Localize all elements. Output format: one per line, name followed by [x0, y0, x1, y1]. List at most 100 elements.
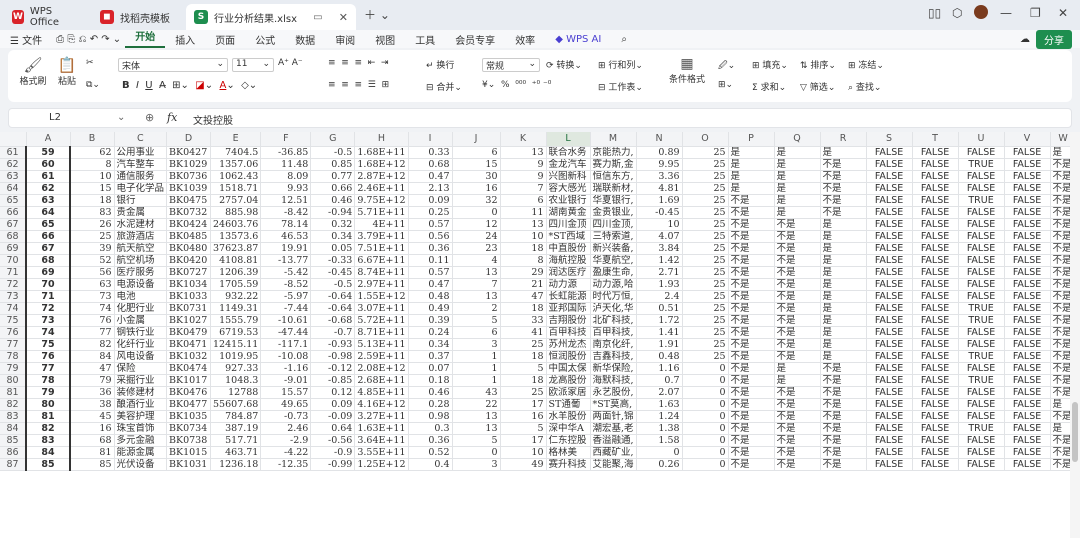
- column-header-A[interactable]: A: [26, 132, 71, 147]
- cell[interactable]: 仁东控股: [546, 434, 591, 447]
- cell[interactable]: 南京化纤,: [590, 338, 637, 351]
- row-header[interactable]: 67: [0, 218, 27, 231]
- cell[interactable]: 0: [682, 374, 729, 387]
- row-header[interactable]: 64: [0, 182, 27, 195]
- cell[interactable]: FALSE: [1004, 326, 1051, 339]
- cell[interactable]: FALSE: [1004, 158, 1051, 171]
- cell[interactable]: 25: [682, 242, 729, 255]
- menu-home[interactable]: 开始: [125, 30, 166, 48]
- cell[interactable]: 联合水务: [546, 146, 591, 159]
- cell[interactable]: 0: [682, 434, 729, 447]
- cell[interactable]: -0.68: [310, 314, 356, 327]
- cell[interactable]: 0.36: [408, 242, 453, 255]
- cell[interactable]: 0.89: [636, 146, 683, 159]
- cell[interactable]: 赛力斯,金: [590, 158, 637, 171]
- cell[interactable]: 23: [452, 242, 501, 255]
- cell[interactable]: FALSE: [866, 374, 913, 387]
- layout-icon[interactable]: ▯▯: [928, 6, 941, 20]
- cell[interactable]: 25: [682, 266, 729, 279]
- cell[interactable]: 46.53: [260, 230, 312, 243]
- cell[interactable]: 是: [820, 230, 867, 243]
- column-header-G[interactable]: G: [310, 132, 356, 147]
- cell[interactable]: 68: [70, 434, 115, 447]
- cell[interactable]: 5: [452, 314, 501, 327]
- cell[interactable]: 动力源,哈: [590, 278, 637, 291]
- cell[interactable]: BK0738: [166, 434, 212, 447]
- cell[interactable]: 75: [25, 338, 71, 351]
- cell[interactable]: FALSE: [866, 158, 913, 171]
- cell[interactable]: -8.42: [260, 206, 312, 219]
- cell[interactable]: 0.18: [408, 374, 453, 387]
- cell[interactable]: FALSE: [1004, 362, 1051, 375]
- row-header[interactable]: 77: [0, 338, 27, 351]
- row-header[interactable]: 80: [0, 374, 27, 387]
- cell[interactable]: 不是: [728, 410, 775, 423]
- cell[interactable]: BK0474: [166, 362, 212, 375]
- cell[interactable]: FALSE: [912, 338, 959, 351]
- cell[interactable]: 不是: [728, 206, 775, 219]
- cell[interactable]: FALSE: [912, 290, 959, 303]
- cell[interactable]: 1.72: [636, 314, 683, 327]
- cell[interactable]: 银行: [114, 194, 168, 207]
- cell[interactable]: FALSE: [1004, 398, 1051, 411]
- cell[interactable]: 62: [25, 182, 71, 195]
- cell[interactable]: FALSE: [866, 194, 913, 207]
- cell[interactable]: 恒信东方,: [590, 170, 637, 183]
- cell[interactable]: 0: [682, 386, 729, 399]
- cell[interactable]: FALSE: [912, 422, 959, 435]
- tab-wps-office[interactable]: W WPS Office: [4, 4, 84, 30]
- cell[interactable]: 68: [25, 254, 71, 267]
- cell[interactable]: FALSE: [866, 350, 913, 363]
- cell[interactable]: BK0736: [166, 170, 212, 183]
- cell[interactable]: 采掘行业: [114, 374, 168, 387]
- cell[interactable]: FALSE: [912, 242, 959, 255]
- cell[interactable]: -0.64: [310, 290, 356, 303]
- cell[interactable]: 3.55E+11: [354, 446, 409, 459]
- cell[interactable]: -12.35: [260, 458, 312, 471]
- menu-page[interactable]: 页面: [205, 32, 245, 47]
- cell[interactable]: 不是: [774, 350, 821, 363]
- cell[interactable]: 0.28: [408, 398, 453, 411]
- cell[interactable]: 是: [774, 362, 821, 375]
- cell[interactable]: 不是: [728, 278, 775, 291]
- cell[interactable]: 2.08E+12: [354, 362, 409, 375]
- cell[interactable]: 0.25: [408, 206, 453, 219]
- cell[interactable]: 时代万恒,: [590, 290, 637, 303]
- cell[interactable]: 是: [728, 146, 775, 159]
- cell[interactable]: 兴图新科: [546, 170, 591, 183]
- cell[interactable]: 36: [70, 386, 115, 399]
- cell[interactable]: 亚邦国际: [546, 302, 591, 315]
- cell[interactable]: 25: [682, 254, 729, 267]
- cell[interactable]: 65: [25, 218, 71, 231]
- cell[interactable]: FALSE: [866, 434, 913, 447]
- cell[interactable]: 8.74E+11: [354, 266, 409, 279]
- cell[interactable]: 中国太保: [546, 362, 591, 375]
- cell[interactable]: 0.48: [408, 290, 453, 303]
- cell[interactable]: 苏州龙杰: [546, 338, 591, 351]
- cell[interactable]: -0.33: [310, 254, 356, 267]
- column-header-P[interactable]: P: [728, 132, 775, 147]
- cell[interactable]: FALSE: [866, 398, 913, 411]
- cell[interactable]: -5.97: [260, 290, 312, 303]
- cell[interactable]: 不是: [774, 446, 821, 459]
- cell[interactable]: 0.09: [408, 194, 453, 207]
- cell[interactable]: 76: [25, 350, 71, 363]
- cell[interactable]: 3.07E+11: [354, 302, 409, 315]
- cell[interactable]: 16: [70, 422, 115, 435]
- cell[interactable]: 37623.87: [210, 242, 262, 255]
- cell[interactable]: 不是: [820, 194, 867, 207]
- cell[interactable]: 珠宝首饰: [114, 422, 168, 435]
- cell[interactable]: 香溢融通,: [590, 434, 637, 447]
- cell[interactable]: 25: [682, 146, 729, 159]
- cell[interactable]: 是: [820, 326, 867, 339]
- cell[interactable]: 是: [820, 278, 867, 291]
- spreadsheet-grid[interactable]: ABCDEFGHIJKLMNOPQRSTUVW 61 59 62 公用事业 BK0427…: [0, 132, 1080, 538]
- column-header-S[interactable]: S: [866, 132, 913, 147]
- row-header[interactable]: 63: [0, 170, 27, 183]
- cell[interactable]: 格林美: [546, 446, 591, 459]
- cell[interactable]: FALSE: [866, 410, 913, 423]
- cell[interactable]: 927.33: [210, 362, 262, 375]
- cell[interactable]: 13: [500, 218, 547, 231]
- cell[interactable]: 1.63: [636, 398, 683, 411]
- cell[interactable]: -7.44: [260, 302, 312, 315]
